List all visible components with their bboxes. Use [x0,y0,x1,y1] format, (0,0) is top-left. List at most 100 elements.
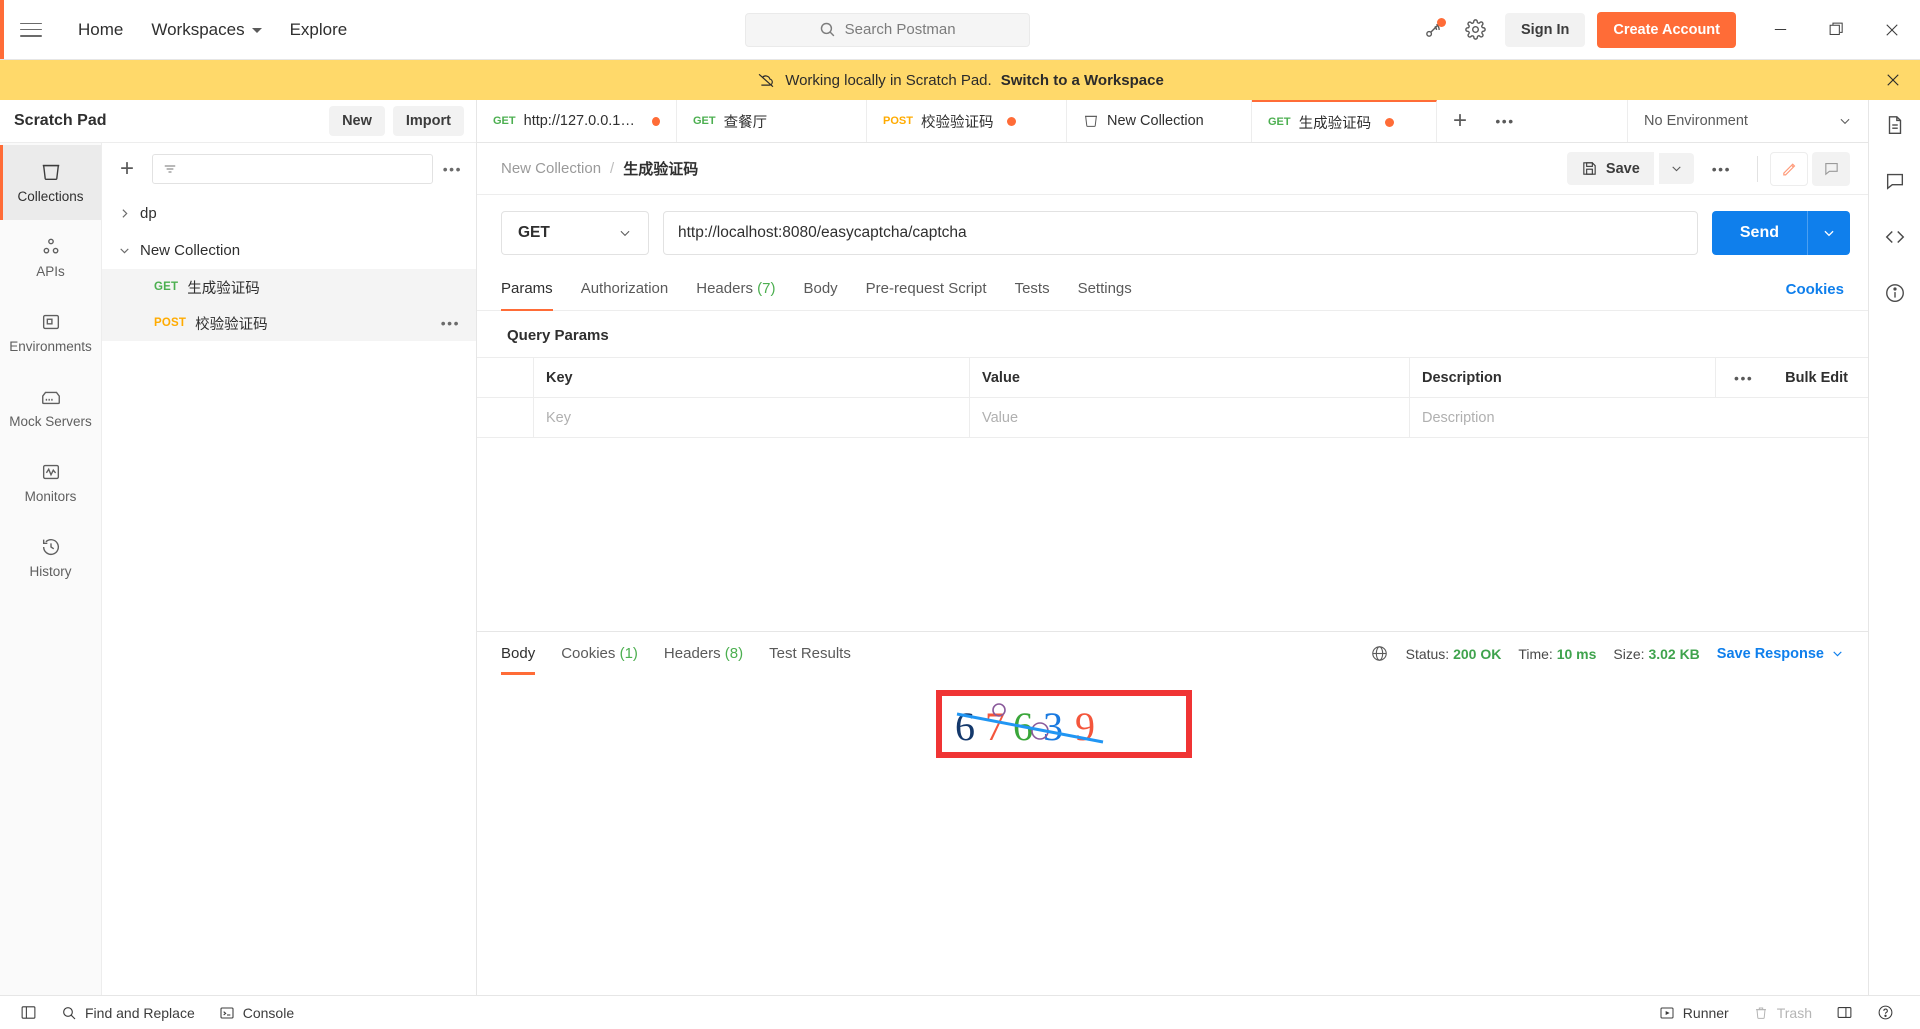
runner-label: Runner [1683,1005,1729,1021]
help-button[interactable] [1865,1004,1906,1021]
minimize-icon[interactable] [1752,1,1808,59]
tab-pre-request-script[interactable]: Pre-request Script [852,269,1001,310]
app-body: Scratch Pad New Import Collections [0,100,1920,995]
row-value-input[interactable]: Value [970,398,1410,437]
new-button[interactable]: New [329,106,385,136]
request-more-icon[interactable]: ••• [441,315,460,331]
sidebar-item-history[interactable]: History [0,520,101,595]
request-item-verify-captcha[interactable]: POST 校验验证码 ••• [102,305,476,341]
tab-tests[interactable]: Tests [1001,269,1064,310]
response-tab-cookies-label: Cookies [561,645,615,662]
sidebar-more-icon[interactable]: ••• [443,161,462,177]
console-button[interactable]: Console [207,1005,306,1021]
nav-workspaces[interactable]: Workspaces [137,14,275,46]
tab-settings[interactable]: Settings [1064,269,1146,310]
breadcrumb-parent[interactable]: New Collection [501,160,601,177]
bulk-edit-button[interactable]: Bulk Edit [1771,358,1868,397]
nav-explore[interactable]: Explore [276,14,362,46]
sidebar-item-collections[interactable]: Collections [0,145,101,220]
sidebar-toggle-button[interactable] [14,1004,49,1021]
sidebar-item-mock-servers[interactable]: Mock Servers [0,370,101,445]
tab-0-method: GET [493,115,516,127]
row-description-input[interactable]: Description [1410,398,1868,437]
code-icon[interactable] [1884,226,1906,248]
sidebar-item-monitors[interactable]: Monitors [0,445,101,520]
tab-3[interactable]: New Collection [1067,100,1252,142]
comment-icon[interactable] [1884,170,1906,192]
info-icon[interactable] [1884,282,1906,304]
edit-icon[interactable] [1770,152,1808,186]
tab-2[interactable]: POST 校验验证码 [867,100,1067,142]
chevron-down-icon [618,226,632,240]
create-account-button[interactable]: Create Account [1597,12,1736,48]
tab-4[interactable]: GET 生成验证码 [1252,100,1437,142]
save-response-button[interactable]: Save Response [1717,646,1844,662]
header-description: Description [1410,358,1715,397]
collection-icon [40,161,62,183]
documentation-icon[interactable] [1884,114,1906,136]
request-more-options-icon[interactable]: ••• [1698,161,1745,177]
gear-icon[interactable] [1455,10,1495,50]
menu-icon[interactable] [20,23,42,37]
sidebar-item-apis[interactable]: APIs [0,220,101,295]
new-tab-icon[interactable]: + [1437,100,1483,142]
environment-selected-label: No Environment [1644,113,1748,129]
environment-selector[interactable]: No Environment [1628,100,1868,142]
layout-button[interactable] [1824,1004,1865,1021]
http-method-select[interactable]: GET [501,211,649,255]
row-checkbox-cell[interactable] [477,398,534,437]
row-key-input[interactable]: Key [534,398,970,437]
tab-authorization[interactable]: Authorization [567,269,683,310]
find-and-replace-button[interactable]: Find and Replace [49,1005,207,1021]
response-tab-cookies[interactable]: Cookies (1) [548,634,651,674]
sign-in-button[interactable]: Sign In [1505,13,1585,47]
tab-params-label: Params [501,280,553,297]
response-tab-body[interactable]: Body [501,634,548,674]
nav-home[interactable]: Home [64,14,137,46]
tab-1[interactable]: GET 查餐厅 [677,100,867,142]
tab-headers[interactable]: Headers (7) [682,269,789,310]
notifications-icon[interactable] [1413,10,1453,50]
sidebar-item-environments[interactable]: Environments [0,295,101,370]
send-button[interactable]: Send [1712,211,1850,255]
response-tab-test-results[interactable]: Test Results [756,634,864,674]
tab-0[interactable]: GET http://127.0.0.1:8080, [477,100,677,142]
collection-row-dp[interactable]: dp [102,195,476,232]
cookies-link[interactable]: Cookies [1786,281,1844,298]
url-bar: GET http://localhost:8080/easycaptcha/ca… [477,195,1868,269]
chevron-down-icon [1831,647,1844,660]
request-item-generate-captcha[interactable]: GET 生成验证码 [102,269,476,305]
runner-button[interactable]: Runner [1647,1005,1741,1021]
comment-icon[interactable] [1812,152,1850,186]
close-icon[interactable] [1864,1,1920,59]
switch-workspace-link[interactable]: Switch to a Workspace [1001,72,1164,89]
tab-body[interactable]: Body [789,269,851,310]
params-options-icon[interactable]: ••• [1715,358,1771,397]
filter-input[interactable] [152,154,433,184]
request-label-generate-captcha: 生成验证码 [187,277,260,298]
response-meta: Status: 200 OK Time: 10 ms Size: 3.02 KB… [1370,644,1844,663]
tab-params[interactable]: Params [501,269,567,310]
cloud-off-icon [756,72,776,89]
breadcrumb-current[interactable]: 生成验证码 [623,158,698,179]
breadcrumb-separator: / [610,160,614,177]
query-params-area: Query Params Key Value Description ••• B… [477,311,1868,631]
search-input[interactable]: Search Postman [745,13,1030,47]
globe-icon[interactable] [1370,644,1389,663]
maximize-icon[interactable] [1808,1,1864,59]
size-group: Size: 3.02 KB [1613,646,1699,662]
size-label: Size: [1613,646,1644,662]
table-row[interactable]: Key Value Description [477,398,1868,438]
banner-close-icon[interactable] [1884,71,1902,89]
add-new-icon[interactable]: + [112,154,142,184]
send-options-icon[interactable] [1807,211,1850,255]
collection-row-new-collection[interactable]: New Collection [102,232,476,269]
save-button[interactable]: Save [1567,152,1654,185]
url-input[interactable]: http://localhost:8080/easycaptcha/captch… [663,211,1698,255]
response-tab-headers[interactable]: Headers (8) [651,634,756,674]
size-value: 3.02 KB [1648,646,1699,662]
trash-button[interactable]: Trash [1741,1005,1824,1021]
save-options-button[interactable] [1659,153,1694,184]
import-button[interactable]: Import [393,106,464,136]
tab-options-icon[interactable]: ••• [1483,100,1527,142]
